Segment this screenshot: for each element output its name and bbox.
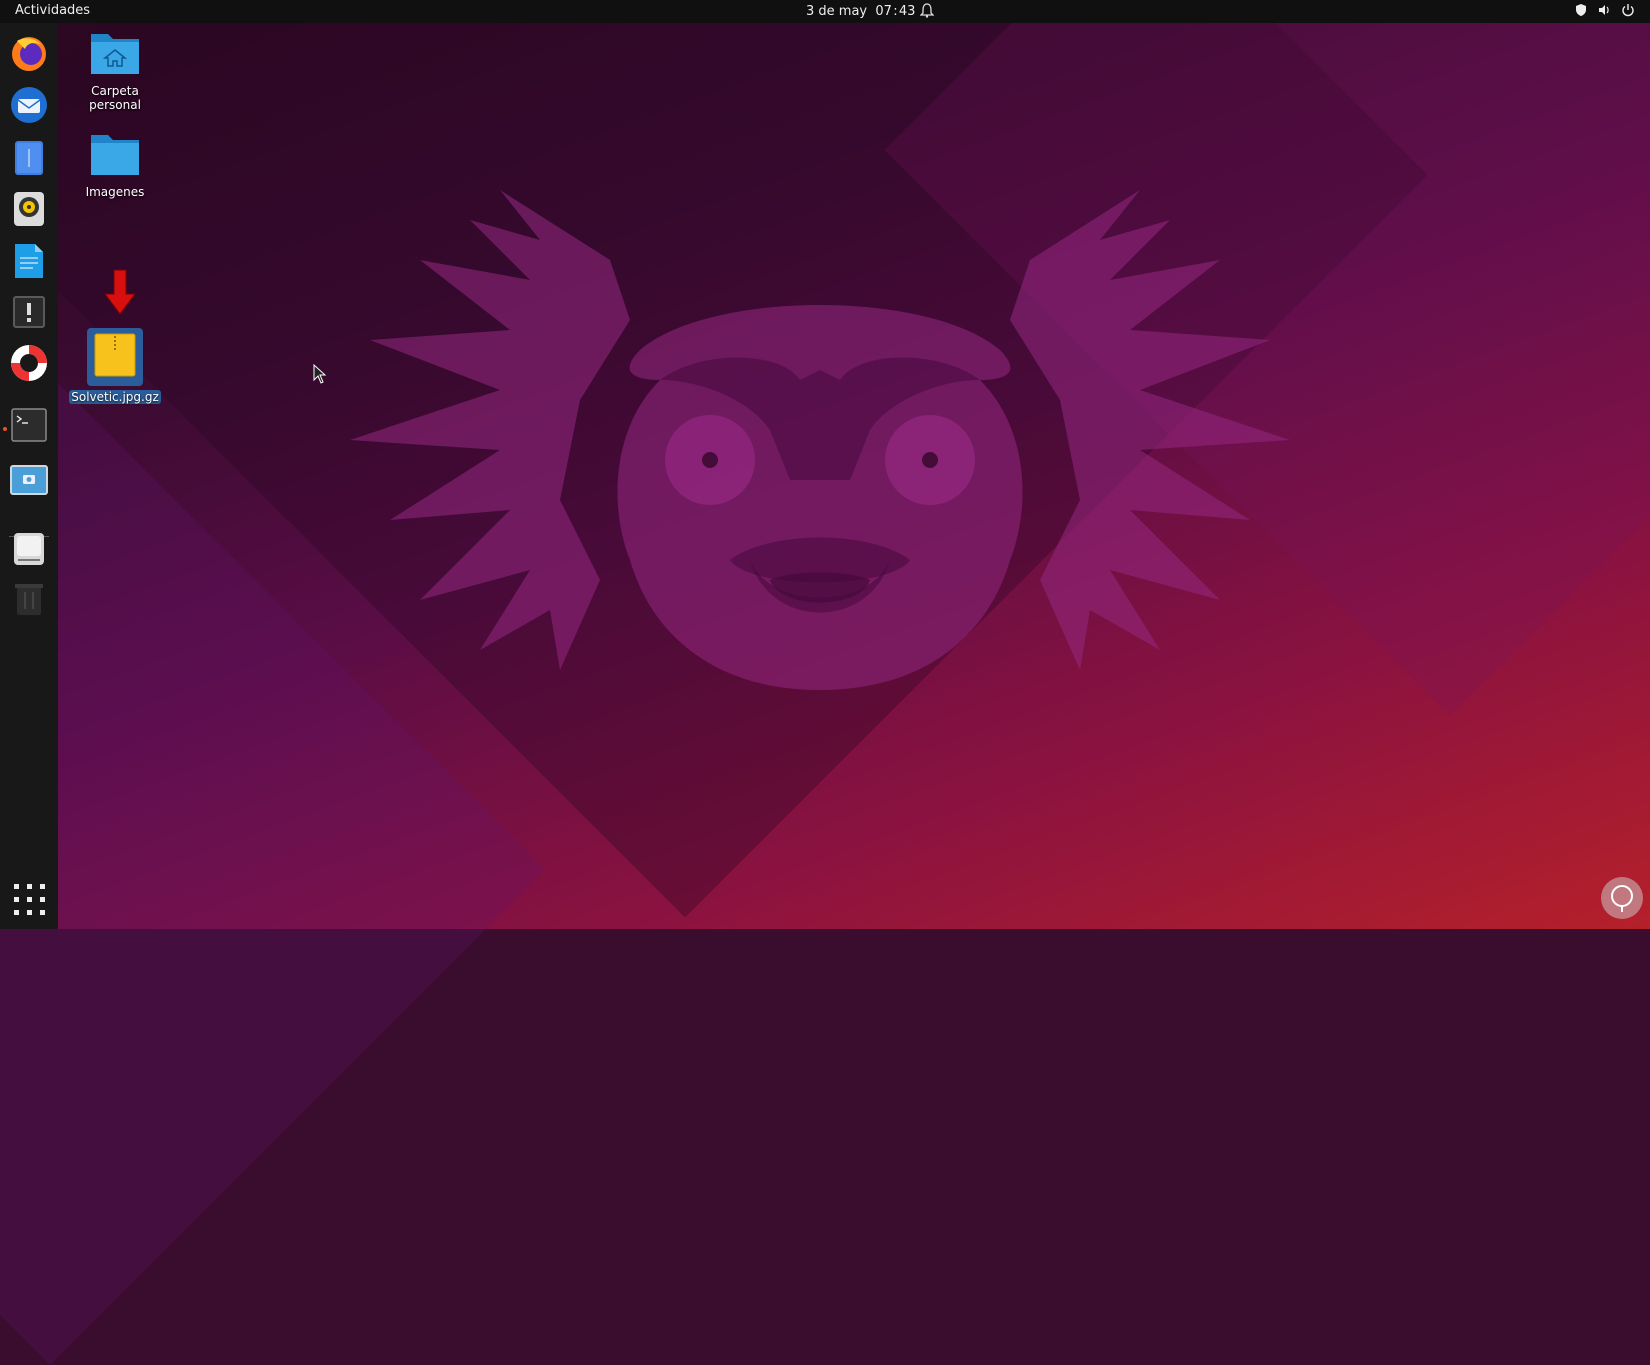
desktop-icon-label: Carpeta personal	[89, 84, 141, 112]
desktop-background[interactable]: Carpeta personal Imagenes Solvetic.jpg.g…	[0, 0, 1650, 1365]
home-folder-icon	[91, 34, 139, 74]
dock-item-files[interactable]	[8, 137, 50, 179]
writer-icon	[15, 244, 43, 278]
desktop-icon-label: Solvetic.jpg.gz	[69, 390, 161, 404]
volume-icon[interactable]	[1597, 3, 1611, 17]
trash-icon	[15, 584, 43, 615]
files-icon	[15, 141, 43, 175]
archive-file-desktop-icon[interactable]: Solvetic.jpg.gz	[65, 328, 165, 405]
pictures-folder-desktop-icon[interactable]: Imagenes	[65, 131, 165, 199]
folder-icon	[91, 135, 139, 175]
watermark-logo	[1601, 877, 1643, 919]
rhythmbox-icon	[14, 192, 44, 226]
dock-item-trash[interactable]	[8, 578, 50, 620]
dock-item-software[interactable]	[8, 291, 50, 333]
running-indicator	[3, 427, 7, 431]
dock-item-help[interactable]	[8, 342, 50, 384]
top-bar: Actividades 3 de may 07 : 43	[0, 0, 1650, 23]
home-folder-desktop-icon[interactable]: Carpeta personal	[65, 30, 165, 112]
thunderbird-icon	[11, 87, 47, 123]
watermark-icon	[1611, 885, 1633, 912]
shield-icon[interactable]	[1574, 3, 1588, 17]
dock-item-thunderbird[interactable]	[8, 84, 50, 126]
software-icon	[13, 296, 45, 328]
mouse-cursor-icon	[313, 364, 327, 384]
firefox-icon	[12, 37, 46, 71]
archive-icon	[94, 333, 136, 377]
dock-item-screenshot[interactable]	[8, 459, 50, 501]
app-grid-icon	[14, 884, 45, 915]
time-label: 07 : 43	[875, 4, 916, 19]
help-lifebuoy-icon	[11, 345, 47, 381]
dock-item-terminal[interactable]	[8, 404, 50, 446]
selection-highlight	[87, 328, 143, 386]
notification-bell-icon[interactable]	[920, 2, 934, 18]
desktop-icon-label: Imagenes	[85, 185, 145, 199]
power-icon[interactable]	[1621, 3, 1635, 17]
date-label: 3 de may	[806, 4, 868, 19]
show-applications-button[interactable]	[8, 878, 50, 920]
clock[interactable]: 3 de may 07 : 43	[806, 4, 915, 19]
wallpaper-mascot	[350, 190, 1290, 690]
red-arrow-down-icon	[104, 269, 136, 315]
activities-button[interactable]: Actividades	[15, 3, 90, 18]
drive-icon	[14, 533, 44, 565]
dock-item-firefox[interactable]	[8, 32, 50, 74]
screenshot-icon	[10, 465, 48, 495]
dock-item-drive[interactable]	[8, 528, 50, 570]
dock-item-writer[interactable]	[8, 240, 50, 282]
terminal-icon	[11, 408, 47, 442]
dock-item-rhythmbox[interactable]	[8, 188, 50, 230]
dock	[0, 23, 58, 929]
